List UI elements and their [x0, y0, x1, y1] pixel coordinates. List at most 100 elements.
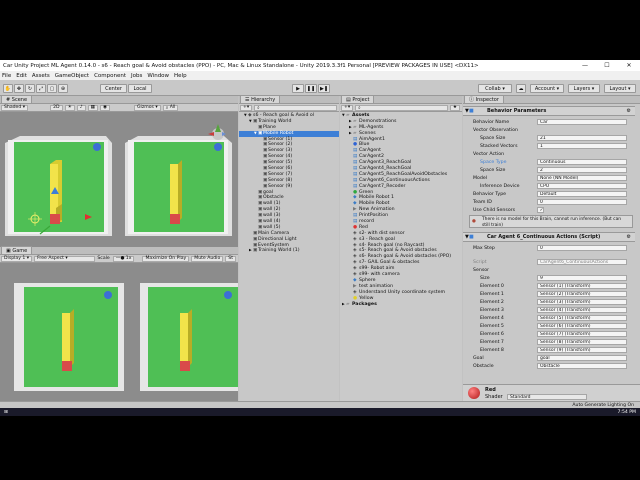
pause-button[interactable]: ❚❚ — [305, 84, 317, 93]
cloud-icon[interactable]: ☁ — [516, 84, 526, 93]
inspector-field[interactable]: Continuous — [537, 159, 627, 165]
lighting-toggle-icon[interactable]: ☀ — [64, 104, 75, 111]
menu-jobs[interactable]: Jobs — [131, 73, 142, 79]
menu-edit[interactable]: Edit — [16, 73, 27, 79]
gizmos-dropdown[interactable]: Gizmos ▾ — [133, 104, 161, 111]
inspector-label: Space Size — [480, 135, 506, 141]
menu-file[interactable]: File — [2, 73, 11, 79]
scene-2d-toggle[interactable]: 2D — [50, 104, 63, 111]
shading-dropdown[interactable]: Shaded ▾ — [1, 104, 29, 111]
component-menu-icon[interactable]: ⚙ — [627, 234, 631, 240]
menu-component[interactable]: Component — [94, 73, 126, 79]
car-agent-header[interactable]: ▼ ■ Car Agent 6_Continuous Actions (Scri… — [463, 232, 635, 242]
inspector-field[interactable]: 0 — [537, 199, 627, 205]
tab-scene-label: Scene — [11, 96, 28, 103]
inspector-field[interactable]: Sensor (1) (Transform) — [537, 283, 627, 289]
inspector-field-value: Sensor (5) (Transform) — [540, 315, 591, 321]
inspector-field[interactable]: Sensor (2) (Transform) — [537, 291, 627, 297]
hierarchy-create-button[interactable]: +▾ — [240, 104, 253, 111]
effects-toggle-icon[interactable]: ▦ — [87, 104, 98, 111]
inspector-field[interactable]: 21 — [537, 135, 627, 141]
star-icon[interactable]: ★ — [449, 104, 460, 111]
inspector-field[interactable]: CPU — [537, 183, 627, 189]
tab-scene[interactable]: # Scene — [1, 95, 33, 103]
menu-gameobject[interactable]: GameObject — [55, 73, 89, 79]
collab-button[interactable]: Collab ▾ — [478, 84, 512, 93]
inspector-field[interactable]: Sensor (8) (Transform) — [537, 339, 627, 345]
inspector-field[interactable]: Sensor (7) (Transform) — [537, 331, 627, 337]
inspector-field[interactable]: Sensor (9) (Transform) — [537, 347, 627, 353]
inspector-field-value: Sensor (4) (Transform) — [540, 307, 591, 313]
display-dropdown[interactable]: Display 1 ▾ — [1, 255, 33, 262]
inspector-label: Element 2 — [480, 299, 504, 305]
mute-audio-toggle[interactable]: Mute Audio — [191, 255, 224, 262]
hierarchy-item-label: Obstacle — [263, 195, 284, 201]
audio-toggle-icon[interactable]: ♪ — [76, 104, 86, 111]
project-search-field[interactable]: ⌕ — [355, 104, 448, 111]
menu-help[interactable]: Help — [174, 73, 187, 79]
inspector-field[interactable]: 0 — [537, 245, 627, 251]
pivot-local-toggle[interactable]: Local — [128, 84, 152, 93]
inspector-field[interactable]: Default — [537, 191, 627, 197]
transform-tool-icon[interactable]: ⊕ — [58, 84, 68, 93]
scene-search-field[interactable]: ⌕ All — [162, 104, 179, 111]
aspect-dropdown[interactable]: Free Aspect ▾ — [34, 255, 96, 262]
account-dropdown[interactable]: Account ▾ — [530, 84, 564, 93]
inspector-row: Space Type Continuous — [463, 158, 635, 166]
inspector-field[interactable]: Obstacle — [537, 363, 627, 369]
close-button[interactable]: ✕ — [618, 62, 640, 69]
behavior-parameters-header[interactable]: ▼ ■ Behavior Parameters ⚙ — [463, 106, 635, 116]
maximize-button[interactable]: ☐ — [596, 62, 618, 69]
move-tool-icon[interactable]: ✥ — [14, 84, 24, 93]
inspector-field-value: Sensor (3) (Transform) — [540, 299, 591, 305]
scale-tool-icon[interactable]: ⤢ — [36, 84, 46, 93]
layers-dropdown[interactable]: Layers ▾ — [568, 84, 600, 93]
inspector-field[interactable]: None (NN Model) — [537, 175, 627, 181]
window-title: Car Unity Project ML Agent 0.14.0 - s6 -… — [3, 62, 479, 69]
inspector-field[interactable]: Car — [537, 119, 627, 125]
inspector-field[interactable]: 1 — [537, 143, 627, 149]
inspector-field[interactable]: goal — [537, 355, 627, 361]
project-item-label: s99- Robot aim — [359, 266, 395, 272]
tab-inspector[interactable]: ⓘ Inspector — [464, 95, 504, 103]
pivot-center-toggle[interactable]: Center — [100, 84, 127, 93]
hierarchy-search-field[interactable]: ⌕ — [254, 104, 337, 111]
hand-tool-icon[interactable]: ✋ — [3, 84, 13, 93]
tab-project[interactable]: ▤ Project — [341, 95, 375, 103]
checkbox[interactable]: ✓ — [537, 207, 544, 213]
rect-tool-icon[interactable]: ▢ — [47, 84, 57, 93]
step-button[interactable]: ▶❚ — [318, 84, 330, 93]
inspector-field[interactable]: Sensor (5) (Transform) — [537, 315, 627, 321]
project-create-button[interactable]: +▾ — [341, 104, 354, 111]
stats-toggle[interactable]: St — [225, 255, 236, 262]
behavior-parameters-title: Behavior Parameters — [487, 108, 547, 114]
minimize-button[interactable]: — — [574, 62, 596, 69]
play-button[interactable]: ▶ — [292, 84, 304, 93]
inspector-field[interactable]: 2 — [537, 167, 627, 173]
inspector-field[interactable]: Sensor (6) (Transform) — [537, 323, 627, 329]
tab-hierarchy[interactable]: ☰ Hierarchy — [240, 95, 281, 103]
game-view[interactable] — [0, 263, 238, 401]
tab-game[interactable]: ▣ Game — [1, 246, 33, 254]
inspector-field[interactable]: Sensor (4) (Transform) — [537, 307, 627, 313]
menu-assets[interactable]: Assets — [32, 73, 50, 79]
project-item[interactable]: ▶▰ Packages — [340, 302, 462, 308]
inspector-label: Vector Observation — [473, 127, 518, 133]
start-icon[interactable]: ⊞ — [4, 410, 8, 415]
shader-dropdown[interactable]: Standard — [507, 393, 587, 400]
scale-slider[interactable]: —● 1x — [112, 255, 135, 262]
layout-dropdown[interactable]: Layout ▾ — [604, 84, 636, 93]
inspector-field[interactable]: CarAgent6_ContinuousActions — [537, 259, 627, 265]
menu-window[interactable]: Window — [147, 73, 169, 79]
scene-view[interactable] — [0, 112, 238, 247]
inspector-field[interactable]: Sensor (3) (Transform) — [537, 299, 627, 305]
inspector-field-value: Sensor (6) (Transform) — [540, 323, 591, 329]
visibility-icon[interactable]: ◉ — [99, 104, 110, 111]
component-menu-icon[interactable]: ⚙ — [627, 108, 631, 114]
maximize-on-play-toggle[interactable]: Maximize On Play — [142, 255, 190, 262]
inspector-label: Vector Action — [473, 151, 505, 157]
project-item-label: test animation — [359, 283, 394, 289]
hierarchy-item[interactable]: ▶▣Training World (1) — [239, 248, 339, 254]
inspector-field[interactable]: 9 — [537, 275, 627, 281]
rotate-tool-icon[interactable]: ↻ — [25, 84, 35, 93]
